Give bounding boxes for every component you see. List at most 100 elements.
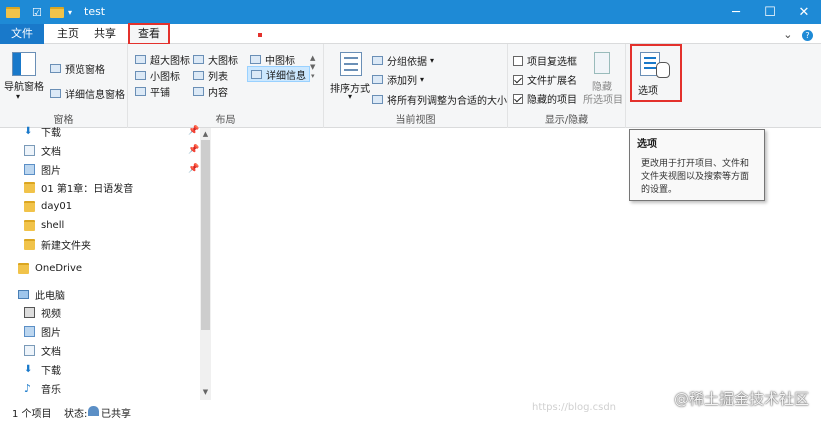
video-icon [24, 306, 35, 318]
hidden-items-toggle[interactable]: 隐藏的项目 [513, 91, 577, 106]
navigation-pane: ⬇ 下载 📌 文档 📌 图片 📌 01 第1章：日语发音 day01 shell … [0, 126, 211, 400]
file-extensions-toggle[interactable]: 文件扩展名 [513, 72, 577, 87]
group-show-hide: 项目复选框 文件扩展名 隐藏的项目 隐藏 所选项目 显示/隐藏 [508, 44, 626, 128]
new-folder-icon[interactable] [50, 4, 64, 20]
item-checkboxes-toggle[interactable]: 项目复选框 [513, 53, 577, 68]
ribbon-controls: ⌄ ? [783, 28, 813, 41]
document-icon [24, 344, 35, 356]
scroll-up-icon[interactable]: ▲ [200, 128, 211, 140]
computer-icon [18, 289, 29, 299]
pin-icon[interactable]: 📌 [188, 145, 199, 155]
url-watermark: https://blog.csdn [532, 402, 617, 413]
help-icon[interactable]: ? [802, 30, 813, 41]
collapse-ribbon-icon[interactable]: ⌄ [783, 28, 792, 41]
fit-columns-button[interactable]: 将所有列调整为合适的大小 [372, 92, 507, 107]
annotation-dot [258, 33, 262, 37]
layout-details[interactable]: 详细信息 [247, 66, 310, 82]
layout-large-icons[interactable]: 大图标 [193, 52, 238, 67]
hand-cursor-icon [656, 62, 670, 78]
folder-icon [24, 181, 35, 193]
nav-item-folder-shell[interactable]: shell [24, 216, 64, 234]
properties-icon[interactable]: ☑ [32, 4, 42, 20]
document-icon [24, 144, 35, 156]
tab-view[interactable]: 查看 [128, 23, 170, 45]
group-label-current-view: 当前视图 [395, 115, 436, 126]
layout-content[interactable]: 内容 [193, 84, 228, 99]
navigation-pane-button[interactable]: 导航窗格 [4, 78, 44, 93]
nav-item-downloads[interactable]: ⬇ 下载 [24, 122, 61, 140]
close-button[interactable]: ✕ [787, 0, 821, 24]
nav-item-folder-new[interactable]: 新建文件夹 [24, 235, 91, 253]
options-button[interactable]: 选项 [630, 44, 682, 102]
group-label-show-hide: 显示/隐藏 [544, 115, 589, 126]
add-column-button[interactable]: 添加列 ▾ [372, 72, 424, 87]
group-current-view: 排序方式 ▾ 分组依据 ▾ 添加列 ▾ 将所有列调整为合适的大小 当前视图 [324, 44, 508, 128]
preview-pane-button[interactable]: 预览窗格 [50, 61, 105, 76]
quick-access-dropdown-icon[interactable]: ▾ [68, 4, 72, 20]
tab-file[interactable]: 文件 [0, 24, 44, 44]
navigation-pane-icon[interactable] [12, 52, 36, 76]
item-count: 1 个项目 [12, 409, 52, 420]
scroll-down-icon[interactable]: ▼ [200, 386, 211, 398]
window-title: test [84, 5, 106, 18]
pin-icon[interactable]: 📌 [188, 126, 199, 136]
options-tooltip: 选项 更改用于打开项目、文件和文件夹视图以及搜索等方面的设置。 [629, 129, 765, 201]
music-icon: ♪ [24, 381, 32, 395]
layout-medium-icons[interactable]: 中图标 [250, 52, 295, 67]
folder-icon [24, 238, 35, 250]
nav-item-documents-pc[interactable]: 文档 [24, 341, 61, 359]
maximize-button[interactable]: ☐ [753, 0, 787, 24]
layout-list[interactable]: 列表 [193, 68, 228, 83]
group-by-button[interactable]: 分组依据 ▾ [372, 53, 434, 68]
nav-item-documents[interactable]: 文档 [24, 141, 61, 159]
sort-by-icon[interactable] [340, 52, 362, 76]
layout-small-icons[interactable]: 小图标 [135, 68, 180, 83]
nav-item-music[interactable]: ♪ 音乐 [24, 379, 61, 397]
nav-item-videos[interactable]: 视频 [24, 303, 61, 321]
hide-selected-button[interactable]: 所选项目 [583, 91, 623, 106]
nav-item-pictures-pc[interactable]: 图片 [24, 322, 61, 340]
status-value: 已共享 [101, 409, 131, 420]
ribbon-tabs: 文件 主页 共享 查看 ⌄ ? [0, 23, 821, 45]
options-label: 选项 [638, 86, 658, 97]
sort-by-dropdown-icon[interactable]: ▾ [348, 92, 352, 101]
layout-extra-large-icons[interactable]: 超大图标 [135, 52, 190, 67]
folder-icon [24, 200, 35, 212]
tab-share[interactable]: 共享 [88, 24, 122, 44]
ribbon: 导航窗格 ▾ 预览窗格 详细信息窗格 窗格 超大图标 大图标 中图标 小图标 列… [0, 44, 821, 128]
details-pane-button[interactable]: 详细信息窗格 [50, 86, 125, 101]
nav-item-this-pc[interactable]: 此电脑 [18, 285, 65, 303]
pin-icon[interactable]: 📌 [188, 164, 199, 174]
tooltip-body: 更改用于打开项目、文件和文件夹视图以及搜索等方面的设置。 [641, 159, 750, 195]
scroll-thumb[interactable] [201, 140, 210, 330]
nav-item-pictures[interactable]: 图片 [24, 160, 61, 178]
group-label-pane: 窗格 [53, 115, 74, 126]
download-arrow-icon: ⬇ [24, 363, 33, 375]
navigation-pane-dropdown-icon[interactable]: ▾ [16, 92, 20, 101]
nav-item-folder-chapter1[interactable]: 01 第1章：日语发音 [24, 178, 133, 196]
layout-scroll-arrows[interactable]: ▲ ▼ ▾ [310, 54, 315, 81]
picture-icon [24, 163, 35, 175]
folder-icon [24, 219, 35, 231]
nav-item-downloads-pc[interactable]: ⬇ 下载 [24, 360, 61, 378]
nav-item-onedrive[interactable]: OneDrive [18, 259, 82, 277]
status-label: 状态: [64, 409, 88, 420]
picture-icon [24, 325, 35, 337]
nav-scrollbar[interactable]: ▲ ▼ [200, 128, 211, 400]
group-pane: 导航窗格 ▾ 预览窗格 详细信息窗格 窗格 [0, 44, 128, 128]
minimize-button[interactable]: ─ [719, 0, 753, 24]
explorer-window: ☑ ▾ test ─ ☐ ✕ 文件 主页 共享 查看 ⌄ ? 导航窗格 ▾ 预览… [0, 0, 821, 424]
tooltip-title: 选项 [637, 139, 657, 150]
group-layout: 超大图标 大图标 中图标 小图标 列表 详细信息 平铺 内容 ▲ ▼ ▾ 布局 [128, 44, 324, 128]
hide-selected-icon[interactable] [594, 52, 610, 74]
shared-users-icon [88, 406, 99, 416]
tab-home[interactable]: 主页 [50, 24, 86, 44]
watermark: @稀土掘金技术社区 [673, 390, 809, 408]
folder-icon [18, 262, 29, 274]
title-bar: ☑ ▾ test ─ ☐ ✕ [0, 0, 821, 24]
nav-item-folder-day01[interactable]: day01 [24, 197, 72, 215]
layout-tiles[interactable]: 平铺 [135, 84, 170, 99]
download-arrow-icon: ⬇ [24, 125, 33, 137]
folder-icon [6, 4, 20, 20]
group-label-layout: 布局 [215, 115, 236, 126]
